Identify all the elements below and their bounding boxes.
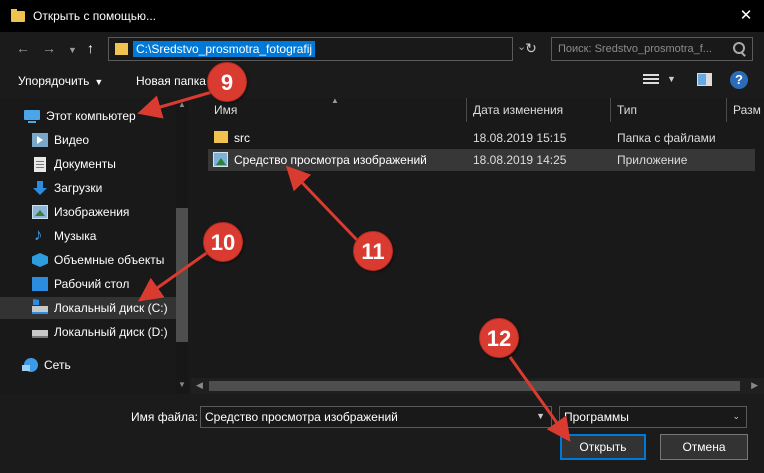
annotation-badge-11: 11: [353, 231, 393, 271]
preview-pane-icon[interactable]: [697, 73, 712, 86]
navigation-pane: Этот компьютер Видео Документы Загрузки …: [0, 98, 190, 394]
filename-label: Имя файла:: [131, 410, 198, 424]
3d-objects-icon: [32, 253, 48, 267]
sidebar-item-drive-c[interactable]: Локальный диск (C:): [0, 297, 176, 319]
network-icon: [22, 358, 38, 372]
sidebar-item-this-pc[interactable]: Этот компьютер: [0, 105, 176, 127]
sidebar-item-label: Локальный диск (C:): [54, 301, 168, 315]
forward-arrow-icon[interactable]: →: [42, 39, 56, 57]
close-button[interactable]: ✕: [736, 7, 756, 25]
address-path[interactable]: C:\Sredstvo_prosmotra_fotografij: [133, 41, 316, 57]
computer-icon: [24, 110, 40, 123]
sidebar-item-label: Сеть: [44, 358, 71, 372]
file-name: src: [234, 131, 250, 145]
application-icon: [213, 152, 228, 167]
column-header-type[interactable]: Тип: [611, 98, 726, 122]
dialog-footer: Имя файла: ▼ Программы ⌄ Открыть Отмена: [0, 394, 764, 473]
folder-icon: [214, 131, 228, 143]
horizontal-scrollbar-thumb[interactable]: [209, 381, 740, 391]
back-arrow-icon[interactable]: ←: [16, 39, 30, 57]
chevron-down-icon: ▼: [94, 77, 104, 87]
file-row-src[interactable]: src 18.08.2019 15:15 Папка с файлами: [208, 127, 755, 149]
desktop-icon: [32, 277, 48, 291]
filetype-select[interactable]: Программы ⌄: [559, 406, 747, 428]
sidebar-item-music[interactable]: Музыка: [0, 225, 176, 247]
annotation-badge-9: 9: [207, 62, 247, 102]
search-field[interactable]: Поиск: Sredstvo_prosmotra_f...: [551, 37, 753, 61]
video-icon: [32, 133, 48, 147]
column-header-size[interactable]: Разм: [727, 98, 764, 122]
up-arrow-icon[interactable]: ↑: [87, 39, 94, 57]
search-icon[interactable]: [733, 42, 745, 54]
column-header-name[interactable]: Имя: [208, 98, 466, 122]
sidebar-item-drive-d[interactable]: Локальный диск (D:): [0, 321, 176, 343]
sidebar-item-label: Рабочий стол: [54, 277, 130, 291]
annotation-badge-12: 12: [479, 318, 519, 358]
scroll-down-icon[interactable]: ▼: [178, 380, 186, 389]
sidebar-item-desktop[interactable]: Рабочий стол: [0, 273, 176, 295]
filename-dropdown-icon[interactable]: ▼: [536, 411, 545, 421]
folder-icon: [11, 8, 25, 22]
drive-c-icon: [32, 306, 48, 314]
view-dropdown-icon[interactable]: ▼: [667, 74, 676, 84]
organize-button[interactable]: Упорядочить ▼: [18, 74, 103, 88]
annotation-badge-10: 10: [203, 222, 243, 262]
sidebar-item-documents[interactable]: Документы: [0, 153, 176, 175]
documents-icon: [34, 156, 46, 172]
new-folder-button[interactable]: Новая папка: [136, 74, 206, 88]
window-title: Открыть с помощью...: [33, 9, 157, 23]
filetype-value: Программы: [564, 410, 629, 424]
sidebar-item-label: Музыка: [54, 229, 97, 243]
recent-locations-dropdown-icon[interactable]: ▼: [68, 41, 77, 59]
sidebar-item-label: Локальный диск (D:): [54, 325, 168, 339]
column-header-date[interactable]: Дата изменения: [467, 98, 610, 122]
sidebar-item-network[interactable]: Сеть: [0, 354, 176, 376]
drive-d-icon: [32, 330, 48, 338]
sidebar-item-video[interactable]: Видео: [0, 129, 176, 151]
filename-field[interactable]: ▼: [200, 406, 552, 428]
sidebar-item-downloads[interactable]: Загрузки: [0, 177, 176, 199]
file-type: Папка с файлами: [617, 131, 716, 145]
scroll-left-icon[interactable]: ◀: [196, 380, 203, 391]
view-options-icon[interactable]: [643, 74, 659, 86]
downloads-icon: [32, 181, 48, 195]
music-icon: [32, 225, 48, 245]
address-bar[interactable]: C:\Sredstvo_prosmotra_fotografij: [108, 37, 513, 61]
sidebar-item-label: Изображения: [54, 205, 130, 219]
file-row-viewer-app[interactable]: Средство просмотра изображений 18.08.201…: [208, 149, 755, 171]
search-placeholder: Поиск: Sredstvo_prosmotra_f...: [558, 43, 712, 55]
help-icon[interactable]: ?: [730, 71, 748, 89]
navigation-bar: ← → ▼ ↑ C:\Sredstvo_prosmotra_fotografij…: [0, 32, 764, 64]
open-button[interactable]: Открыть: [560, 434, 646, 460]
filename-input[interactable]: [201, 407, 531, 427]
sidebar-item-3d-objects[interactable]: Объемные объекты: [0, 249, 176, 271]
scroll-up-icon[interactable]: ▲: [178, 100, 186, 109]
file-name: Средство просмотра изображений: [234, 153, 427, 167]
sidebar-item-images[interactable]: Изображения: [0, 201, 176, 223]
refresh-icon[interactable]: ↻: [522, 37, 540, 59]
sidebar-item-label: Объемные объекты: [54, 253, 165, 267]
cancel-button[interactable]: Отмена: [660, 434, 748, 460]
images-icon: [32, 205, 48, 219]
sidebar-item-label: Этот компьютер: [46, 109, 136, 123]
sidebar-scrollbar-thumb[interactable]: [176, 208, 188, 342]
file-list: ▲ Имя Дата изменения Тип Разм src 18.08.…: [191, 96, 764, 394]
file-date: 18.08.2019 14:25: [473, 153, 567, 167]
sidebar-item-label: Документы: [54, 157, 116, 171]
sidebar-item-label: Загрузки: [54, 181, 103, 195]
folder-icon: [115, 43, 128, 55]
organize-label: Упорядочить: [18, 74, 90, 88]
horizontal-scrollbar[interactable]: ◀ ▶: [191, 378, 764, 394]
file-type: Приложение: [617, 153, 688, 167]
chevron-down-icon: ⌄: [732, 411, 740, 421]
file-date: 18.08.2019 15:15: [473, 131, 567, 145]
scroll-right-icon[interactable]: ▶: [751, 380, 758, 391]
command-toolbar: Упорядочить ▼ Новая папка ▼ ?: [0, 64, 764, 98]
sidebar-item-label: Видео: [54, 133, 90, 147]
title-bar: Открыть с помощью... ✕: [0, 0, 764, 32]
